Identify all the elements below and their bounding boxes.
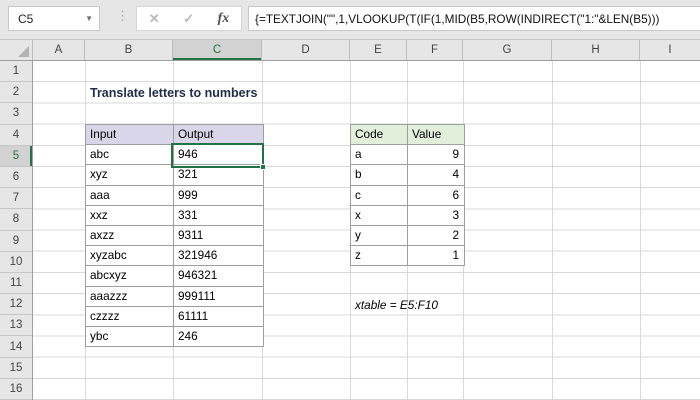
table-header-row: Input Output [86,125,264,145]
row-header-4[interactable]: 4 [0,125,32,146]
cell-b7[interactable]: aaa [86,185,174,205]
gridline [640,61,641,400]
cell-f5[interactable]: 9 [408,145,465,165]
row-header-5[interactable]: 5 [0,146,32,167]
formula-text: {=TEXTJOIN("",1,VLOOKUP(T(IF(1,MID(B5,RO… [255,12,659,26]
table-row: x 3 [351,205,465,225]
row-header-15[interactable]: 15 [0,358,32,379]
cell-f7[interactable]: 6 [408,185,465,205]
row-header-12[interactable]: 12 [0,294,32,315]
row-header-3[interactable]: 3 [0,103,32,124]
cell-b8[interactable]: xxz [86,205,174,225]
cell-e8[interactable]: x [351,205,408,225]
cell-f9[interactable]: 2 [408,225,465,245]
row-header-9[interactable]: 9 [0,231,32,252]
cell-e9[interactable]: y [351,225,408,245]
table-row: y 2 [351,225,465,245]
insert-function-icon[interactable]: fx [218,11,230,27]
formula-input[interactable]: {=TEXTJOIN("",1,VLOOKUP(T(IF(1,MID(B5,RO… [248,6,700,31]
cancel-icon[interactable]: ✕ [149,11,160,27]
table-row: aaazzz 999111 [86,286,264,306]
name-box-value: C5 [18,12,33,26]
cell-f6[interactable]: 4 [408,165,465,185]
table-row: czzzz 61111 [86,306,264,326]
cell-b10[interactable]: xyzabc [86,246,174,266]
row-header-1[interactable]: 1 [0,61,32,82]
cell-c11[interactable]: 946321 [174,266,264,286]
row-headers: 1 2 3 4 5 6 7 8 9 10 11 12 13 14 15 16 [0,61,33,400]
column-header-d[interactable]: D [262,40,350,60]
cell-e10[interactable]: z [351,246,408,266]
column-header-c[interactable]: C [173,40,262,60]
io-header-output[interactable]: Output [174,125,264,145]
table-row: aaa 999 [86,185,264,205]
formula-buttons: ✕ ✓ fx [136,6,242,31]
gridline [552,61,553,400]
row-header-14[interactable]: 14 [0,336,32,357]
fill-handle[interactable] [260,164,266,170]
table-row: ybc 246 [86,326,264,346]
column-header-a[interactable]: A [33,40,85,60]
row-header-11[interactable]: 11 [0,273,32,294]
cell-b13[interactable]: czzzz [86,306,174,326]
enter-icon[interactable]: ✓ [183,11,194,27]
table-row: b 4 [351,165,465,185]
column-header-f[interactable]: F [407,40,463,60]
select-all-icon [18,46,29,57]
cell-c7[interactable]: 999 [174,185,264,205]
table-row: xyzabc 321946 [86,246,264,266]
cell-b12[interactable]: aaazzz [86,286,174,306]
cell-b5[interactable]: abc [86,145,174,165]
name-box[interactable]: C5 ▼ [8,6,100,31]
code-value-table: Code Value a 9 b 4 c 6 x 3 y 2 z 1 [350,124,465,266]
cell-c8[interactable]: 331 [174,205,264,225]
row-header-10[interactable]: 10 [0,252,32,273]
table-row: abcxyz 946321 [86,266,264,286]
column-header-b[interactable]: B [85,40,173,60]
row-header-2[interactable]: 2 [0,82,32,103]
table-row: c 6 [351,185,465,205]
column-header-g[interactable]: G [463,40,552,60]
row-header-16[interactable]: 16 [0,379,32,400]
cell-c13[interactable]: 61111 [174,306,264,326]
table-header-row: Code Value [351,125,465,145]
cell-b9[interactable]: axzz [86,225,174,245]
cell-c12[interactable]: 999111 [174,286,264,306]
cell-c14[interactable]: 246 [174,326,264,346]
column-header-e[interactable]: E [350,40,407,60]
formula-bar-strip: C5 ▼ ⋮ ✕ ✓ fx {=TEXTJOIN("",1,VLOOKUP(T(… [0,0,700,40]
cell-f8[interactable]: 3 [408,205,465,225]
value-header[interactable]: Value [408,125,465,145]
table-row: xxz 331 [86,205,264,225]
active-cell-selection[interactable] [171,143,264,168]
separator-dots-icon: ⋮ [116,8,128,24]
column-header-i[interactable]: I [640,40,700,60]
select-all-button[interactable] [0,40,33,60]
cell-c10[interactable]: 321946 [174,246,264,266]
cell-f10[interactable]: 1 [408,246,465,266]
name-box-dropdown-icon[interactable]: ▼ [85,14,93,23]
cell-e7[interactable]: c [351,185,408,205]
row-header-6[interactable]: 6 [0,167,32,188]
excel-spreadsheet: { "formula_bar": { "name_box": "C5", "fo… [0,0,700,400]
row-header-8[interactable]: 8 [0,209,32,230]
row-header-13[interactable]: 13 [0,315,32,336]
table-row: axzz 9311 [86,225,264,245]
range-note[interactable]: xtable = E5:F10 [355,298,438,312]
cell-e5[interactable]: a [351,145,408,165]
row-header-7[interactable]: 7 [0,188,32,209]
cell-c9[interactable]: 9311 [174,225,264,245]
cell-b11[interactable]: abcxyz [86,266,174,286]
table-row: a 9 [351,145,465,165]
cell-e6[interactable]: b [351,165,408,185]
cell-b14[interactable]: ybc [86,326,174,346]
worksheet-title[interactable]: Translate letters to numbers [90,86,257,100]
code-header[interactable]: Code [351,125,408,145]
column-headers: A B C D E F G H I [0,40,700,61]
cell-b6[interactable]: xyz [86,165,174,185]
io-header-input[interactable]: Input [86,125,174,145]
table-row: z 1 [351,246,465,266]
column-header-h[interactable]: H [552,40,640,60]
